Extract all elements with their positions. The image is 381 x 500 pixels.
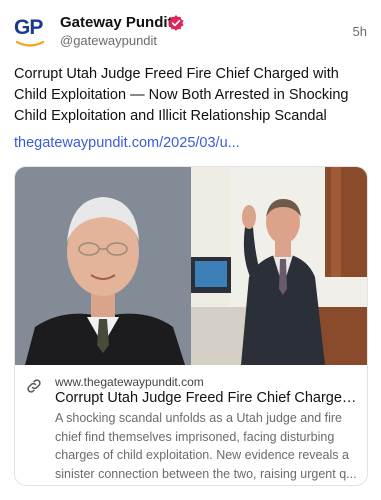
link-icon: [27, 379, 41, 393]
article-image: [15, 167, 367, 365]
post-timestamp[interactable]: 5h: [353, 24, 367, 39]
post-link[interactable]: thegatewaypundit.com/2025/03/u...: [14, 135, 240, 151]
avatar-logo-text: GP: [14, 16, 43, 39]
logo-swoosh-icon: [16, 40, 44, 47]
avatar[interactable]: GP: [14, 16, 48, 50]
post-header: GP Gateway Pundit @gatewaypundit 5h: [14, 12, 367, 52]
card-title[interactable]: Corrupt Utah Judge Freed Fire Chief Char…: [55, 390, 357, 406]
link-preview-card[interactable]: www.thegatewaypundit.com Corrupt Utah Ju…: [14, 166, 368, 486]
card-domain: www.thegatewaypundit.com: [55, 375, 204, 389]
author-handle[interactable]: @gatewaypundit: [60, 33, 157, 48]
post-text: Corrupt Utah Judge Freed Fire Chief Char…: [14, 66, 349, 124]
card-info: www.thegatewaypundit.com Corrupt Utah Ju…: [15, 365, 367, 485]
card-description: A shocking scandal unfolds as a Utah jud…: [55, 411, 357, 481]
verified-badge-icon: [168, 15, 184, 31]
author-name[interactable]: Gateway Pundit: [60, 14, 173, 31]
